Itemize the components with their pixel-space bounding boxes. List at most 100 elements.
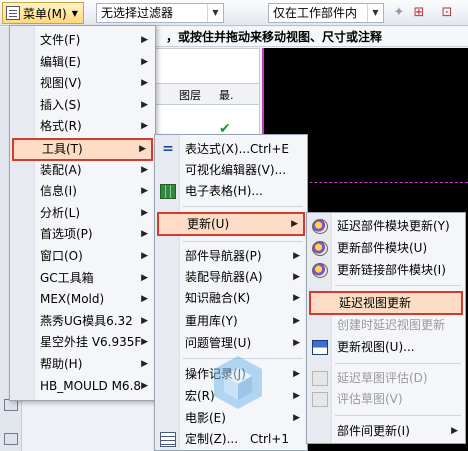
- main-menu-item[interactable]: 装配(A) ▶: [12, 160, 153, 181]
- chevron-right-icon: ▶: [141, 35, 148, 45]
- update-module-icon: [312, 241, 328, 256]
- chevron-right-icon: ▶: [293, 369, 300, 379]
- menu-item-update[interactable]: 更新(U) ▶: [157, 212, 305, 236]
- menu-item-label: 创建时延迟视图更新: [337, 318, 446, 332]
- resource-tab-icon[interactable]: [4, 433, 18, 445]
- equals-icon: =: [162, 141, 174, 157]
- selection-filter-value: 无选择过滤器: [101, 6, 174, 20]
- update-linked-module-icon: [312, 263, 328, 278]
- chevron-right-icon: ▶: [141, 186, 148, 197]
- chevron-right-icon: ▶: [293, 391, 300, 401]
- menu-item-label: 首选项(P): [40, 227, 93, 242]
- menu-item-label: 问题管理(U): [185, 336, 252, 350]
- cue-line-text: ，或按住并拖动来移动视图、尺寸或注释: [166, 30, 383, 44]
- main-menu-item[interactable]: 分析(L) ▶: [12, 203, 153, 224]
- menu-item-issue-management[interactable]: 问题管理(U) ▶: [157, 333, 305, 354]
- menu-item-interpart-update[interactable]: 部件间更新(I) ▶: [309, 421, 463, 442]
- menu-item-label: 装配导航器(A): [185, 270, 263, 284]
- point-snap-icon[interactable]: ⊞: [410, 4, 428, 22]
- menu-item-visual-editor[interactable]: 可视化编辑器(V)...: [157, 160, 305, 181]
- menu-item-update-part-module[interactable]: 更新部件模块(U): [309, 238, 463, 259]
- menu-separator: [335, 285, 461, 286]
- menu-item-label: 插入(S): [40, 97, 81, 112]
- menu-item-assembly-navigator[interactable]: 装配导航器(A) ▶: [157, 267, 305, 288]
- main-menu-item[interactable]: 星空外挂 V6.935F ▶: [12, 332, 153, 353]
- menu-item-label: 格式(R): [40, 119, 82, 134]
- menu-item-update-linked-module[interactable]: 更新链接部件模块(I): [309, 260, 463, 281]
- menu-item-reuse-library[interactable]: 重用库(Y) ▶: [157, 311, 305, 332]
- update-module-icon: [312, 219, 328, 234]
- chevron-right-icon: ▶: [293, 413, 300, 423]
- main-menu-item[interactable]: 燕秀UG模具6.32 ▶: [12, 311, 153, 332]
- chevron-down-icon: ▼: [367, 4, 383, 22]
- main-menu-item[interactable]: 首选项(P) ▶: [12, 224, 153, 245]
- snap-options-icon[interactable]: ⊡: [438, 4, 456, 22]
- main-menu-item[interactable]: GC工具箱 ▶: [12, 268, 153, 289]
- column-layer[interactable]: 图层: [179, 87, 201, 103]
- chevron-right-icon: ▶: [293, 293, 300, 303]
- chevron-right-icon: ▶: [291, 219, 298, 229]
- chevron-right-icon: ▶: [141, 294, 148, 305]
- menu-item-deferred-sketch-eval: 延迟草图评估(D): [309, 368, 463, 389]
- chevron-right-icon: ▶: [141, 229, 148, 240]
- main-menu: 文件(F) ▶ 编辑(E) ▶ 视图(V) ▶ 插入(S) ▶ 格式(R) ▶ 工具(T) ▶ 装配(A…: [9, 25, 156, 401]
- menu-item-label: 知识融合(K): [185, 291, 251, 305]
- chevron-right-icon: ▶: [141, 359, 148, 369]
- main-menu-item[interactable]: 帮助(H) ▶: [12, 354, 153, 375]
- chevron-right-icon: ▶: [293, 316, 300, 326]
- update-view-icon: [312, 340, 328, 355]
- selection-filter-dropdown[interactable]: 无选择过滤器 ▼: [96, 3, 224, 23]
- watermark-logo: [214, 356, 262, 409]
- menu-item-label: 编辑(E): [40, 54, 81, 69]
- menu-item-label: GC工具箱: [40, 270, 94, 285]
- menu-icon: [6, 6, 20, 20]
- menu-item-update-view[interactable]: 更新视图(U)...: [309, 337, 463, 358]
- main-menu-item[interactable]: 工具(T) ▶: [12, 138, 153, 161]
- selection-scope-dropdown[interactable]: 仅在工作部件内 ▼: [268, 3, 384, 23]
- menu-item-customize[interactable]: 定制(Z)... Ctrl+1: [157, 429, 305, 450]
- menu-item-label: 信息(I): [40, 184, 77, 199]
- menu-item-label: 文件(F): [40, 33, 81, 47]
- menu-separator: [335, 415, 461, 416]
- main-menu-item[interactable]: HB_MOULD M6.8 ▶: [12, 376, 153, 397]
- main-menu-item[interactable]: 插入(S) ▶: [12, 95, 153, 116]
- main-menu-item[interactable]: 文件(F) ▶: [12, 30, 153, 51]
- menu-item-label: HB_MOULD M6.8: [40, 378, 142, 393]
- menu-item-label: 视图(V): [40, 76, 82, 91]
- main-menu-item[interactable]: MEX(Mold) ▶: [12, 289, 153, 310]
- chevron-right-icon: ▶: [141, 56, 148, 67]
- shortcut-label: Ctrl+E: [250, 142, 289, 156]
- column-latest[interactable]: 最.: [219, 87, 234, 103]
- main-menu-item[interactable]: 编辑(E) ▶: [12, 52, 153, 73]
- menu-item-spreadsheet[interactable]: 电子表格(H)...: [157, 181, 305, 202]
- menu-item-deferred-view-update[interactable]: 延迟视图更新: [309, 291, 463, 315]
- chevron-right-icon: ▶: [141, 380, 148, 391]
- main-menu-item[interactable]: 窗口(O) ▶: [12, 246, 153, 267]
- chevron-right-icon: ▶: [141, 337, 148, 348]
- menu-separator: [183, 206, 303, 207]
- chevron-right-icon: ▶: [141, 272, 148, 283]
- main-menu-item[interactable]: 视图(V) ▶: [12, 73, 153, 94]
- menu-separator: [183, 241, 303, 242]
- menu-item-label: MEX(Mold): [40, 292, 105, 307]
- menu-item-create-deferred-view-update: 创建时延迟视图更新: [309, 315, 463, 336]
- chevron-right-icon: ▶: [141, 164, 148, 175]
- selection-scope-value: 仅在工作部件内: [273, 6, 358, 20]
- menu-item-deferred-module-update[interactable]: 延迟部件模块更新(Y): [309, 216, 463, 237]
- menu-item-movie[interactable]: 电影(E) ▶: [157, 408, 305, 429]
- menu-button[interactable]: 菜单(M) ▼: [2, 2, 84, 24]
- menu-item-label: 更新链接部件模块(I): [337, 263, 446, 277]
- menu-item-label: 更新部件模块(U): [337, 241, 428, 255]
- main-menu-item[interactable]: 信息(I) ▶: [12, 181, 153, 202]
- chevron-down-icon: ▼: [207, 4, 223, 22]
- menu-item-label: 燕秀UG模具6.32: [40, 313, 133, 328]
- main-menu-item[interactable]: 格式(R) ▶: [12, 116, 153, 137]
- menu-item-knowledge-fusion[interactable]: 知识融合(K) ▶: [157, 288, 305, 309]
- chevron-right-icon: ▶: [141, 99, 148, 110]
- snap-icon[interactable]: ✦: [390, 4, 408, 22]
- menu-item-label: 延迟草图评估(D): [337, 371, 428, 385]
- menu-item-part-navigator[interactable]: 部件导航器(P) ▶: [157, 246, 305, 267]
- menu-item-label: 部件间更新(I): [337, 424, 410, 438]
- menu-item-expression[interactable]: = 表达式(X)... Ctrl+E: [157, 139, 305, 160]
- update-submenu: 延迟部件模块更新(Y) 更新部件模块(U) 更新链接部件模块(I) 延迟视图更新…: [306, 212, 466, 444]
